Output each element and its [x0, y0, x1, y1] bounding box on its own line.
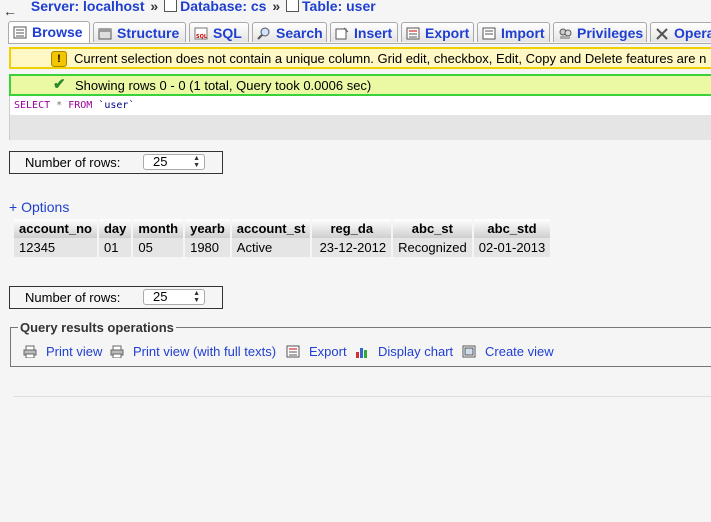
printer-icon [110, 345, 124, 359]
table-cell[interactable]: Recognized [393, 238, 472, 257]
tab-label: Insert [354, 25, 393, 41]
column-header[interactable]: yearb [185, 219, 230, 238]
structure-icon [98, 25, 113, 40]
sql-query[interactable]: SELECT * FROM `user` [10, 96, 711, 115]
tab-privileges[interactable]: Privileges [553, 22, 647, 42]
tab-operations[interactable]: Operat [650, 22, 711, 42]
print-view-full-link[interactable]: Print view (with full texts) [110, 344, 276, 359]
sql-keyword-from: FROM [68, 100, 93, 111]
select-arrows-icon: ▲ ▼ [193, 290, 200, 304]
tab-label: Operat [674, 25, 711, 41]
tab-label: Search [276, 25, 323, 41]
table-cell[interactable]: 05 [133, 238, 184, 257]
warning-icon: ! [51, 51, 67, 67]
sql-query-box: SELECT * FROM `user` [9, 96, 711, 140]
display-chart-link[interactable]: Display chart [355, 344, 453, 359]
tab-label: Import [501, 25, 545, 41]
number-of-rows-value: 25 [153, 289, 168, 304]
create-view-link[interactable]: Create view [462, 344, 554, 359]
table-icon [286, 0, 300, 12]
table-row: 12345 01 05 1980 Active 23-12-2012 Recog… [14, 238, 551, 257]
tab-export[interactable]: Export [401, 22, 474, 42]
results-table: account_no day month yearb account_st re… [12, 219, 552, 257]
search-icon [257, 25, 272, 40]
number-of-rows-label: Number of rows: [25, 155, 121, 170]
breadcrumb-table[interactable]: Table: user [302, 0, 376, 14]
tab-label: Privileges [577, 25, 644, 41]
browse-icon [13, 24, 28, 39]
column-header[interactable]: account_st [231, 219, 311, 238]
bar-chart-icon [355, 345, 369, 358]
column-header[interactable]: account_no [14, 219, 97, 238]
tab-label: Export [425, 25, 470, 41]
table-cell[interactable]: 12345 [14, 238, 97, 257]
breadcrumb-server[interactable]: Server: localhost [31, 0, 145, 14]
tab-browse[interactable]: Browse [8, 21, 90, 43]
printer-icon [23, 345, 37, 359]
tab-label: SQL [213, 25, 242, 41]
print-view-full-label: Print view (with full texts) [133, 344, 277, 359]
operations-icon [655, 25, 670, 40]
column-header[interactable]: abc_st [393, 219, 472, 238]
import-icon [482, 25, 497, 40]
query-results-operations-legend: Query results operations [18, 320, 176, 335]
success-text: Showing rows 0 - 0 (1 total, Query took … [75, 78, 372, 93]
breadcrumb-database[interactable]: Database: cs [180, 0, 266, 14]
print-view-link[interactable]: Print view [23, 344, 102, 359]
number-of-rows-top: Number of rows: 25 ▲ ▼ [9, 151, 223, 174]
column-header[interactable]: reg_da [312, 219, 392, 238]
tab-divider [8, 43, 711, 44]
back-arrow-icon[interactable]: ← [3, 3, 17, 19]
export-link[interactable]: Export [286, 344, 347, 359]
number-of-rows-value: 25 [153, 154, 168, 169]
sql-icon: SQL [194, 25, 209, 40]
table-cell[interactable]: Active [231, 238, 311, 257]
insert-icon [335, 25, 350, 40]
number-of-rows-bottom: Number of rows: 25 ▲ ▼ [9, 286, 223, 309]
number-of-rows-select[interactable]: 25 ▲ ▼ [143, 289, 205, 305]
sql-keyword-select: SELECT [14, 100, 51, 111]
export-icon [286, 345, 300, 358]
table-cell[interactable]: 23-12-2012 [312, 238, 392, 257]
column-header[interactable]: abc_std [473, 219, 551, 238]
export-icon [406, 25, 421, 40]
table-cell[interactable]: 01 [98, 238, 132, 257]
sql-star: * [56, 100, 63, 111]
column-header[interactable]: day [98, 219, 132, 238]
options-link[interactable]: + Options [9, 199, 69, 215]
breadcrumb-separator: » [150, 0, 159, 14]
display-chart-label: Display chart [378, 344, 454, 359]
tab-label: Structure [117, 25, 180, 41]
tab-structure[interactable]: Structure [93, 22, 186, 42]
number-of-rows-label: Number of rows: [25, 290, 121, 305]
tab-label: Browse [32, 24, 83, 40]
query-results-operations: Query results operations Print view Prin… [10, 320, 711, 367]
select-arrows-icon: ▲ ▼ [193, 155, 200, 169]
table-header-row: account_no day month yearb account_st re… [14, 219, 551, 238]
notice-message: ! Current selection does not contain a u… [9, 47, 711, 69]
footer-divider [14, 396, 711, 397]
tab-import[interactable]: Import [477, 22, 550, 42]
table-cell[interactable]: 1980 [185, 238, 230, 257]
breadcrumb: ← Server: localhost » Database: cs » Tab… [0, 0, 711, 19]
notice-text: Current selection does not contain a uni… [74, 51, 707, 66]
table-cell[interactable]: 02-01-2013 [473, 238, 551, 257]
view-icon [462, 345, 476, 358]
breadcrumb-separator: » [272, 0, 281, 14]
svg-text:SQL: SQL [196, 34, 208, 40]
tab-sql[interactable]: SQL SQL [189, 22, 249, 42]
sql-table-name: `user` [98, 100, 135, 111]
checkmark-icon: ✔ [53, 76, 66, 93]
tab-insert[interactable]: Insert [330, 22, 398, 42]
create-view-label: Create view [485, 344, 554, 359]
export-label: Export [309, 344, 347, 359]
database-icon [164, 0, 178, 12]
privileges-icon [558, 25, 573, 39]
tab-search[interactable]: Search [252, 22, 327, 42]
number-of-rows-select[interactable]: 25 ▲ ▼ [143, 154, 205, 170]
column-header[interactable]: month [133, 219, 184, 238]
print-view-label: Print view [46, 344, 103, 359]
success-message: ✔ Showing rows 0 - 0 (1 total, Query too… [9, 74, 711, 96]
